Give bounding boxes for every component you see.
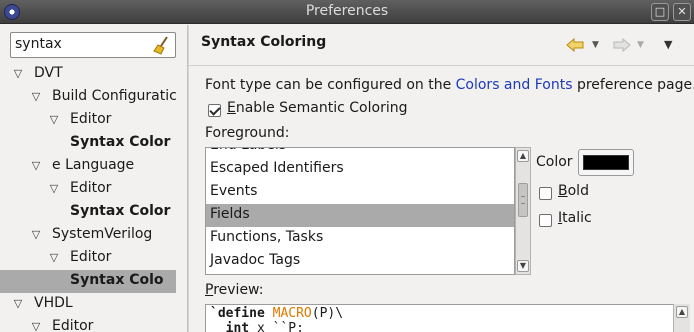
tree-item[interactable]: ▽ DVT bbox=[0, 63, 176, 86]
enable-semantic-coloring-checkbox[interactable] bbox=[208, 104, 221, 117]
list-item[interactable]: Functions, Tasks bbox=[206, 227, 514, 250]
scroll-up-icon[interactable]: ▲ bbox=[517, 150, 529, 162]
desc-text-end: preference page. bbox=[572, 77, 694, 93]
page-title: Syntax Coloring bbox=[201, 34, 327, 50]
tree-item[interactable]: Syntax Color bbox=[0, 132, 176, 155]
forward-history-dropdown-icon[interactable]: ▼ bbox=[637, 37, 647, 53]
colors-and-fonts-link[interactable]: Colors and Fonts bbox=[456, 77, 573, 93]
page-header: Syntax Coloring ▼ ▼ ▼ bbox=[189, 25, 694, 65]
foreground-list[interactable]: End Labels Escaped Identifiers Events Field… bbox=[205, 147, 515, 275]
expand-arrow-icon[interactable]: ▽ bbox=[12, 68, 24, 80]
font-description: Font type can be configured on the Color… bbox=[205, 77, 694, 93]
list-item[interactable]: Events bbox=[206, 181, 514, 204]
list-item-label: Functions, Tasks bbox=[210, 229, 324, 245]
forward-arrow-icon[interactable] bbox=[613, 37, 631, 53]
clear-filter-icon[interactable] bbox=[152, 35, 172, 55]
tree-item[interactable]: Syntax Colo bbox=[0, 270, 176, 293]
expand-arrow-icon[interactable]: ▽ bbox=[30, 91, 42, 103]
back-history-dropdown-icon[interactable]: ▼ bbox=[592, 37, 602, 53]
code-line: int x ``P; bbox=[225, 321, 304, 332]
preview-code-area[interactable]: `define MACRO(P)\ int x ``P; bbox=[205, 304, 690, 332]
scroll-down-icon[interactable]: ▼ bbox=[517, 260, 529, 272]
window-titlebar: Preferences □ ✕ bbox=[0, 0, 694, 24]
filter-value: syntax bbox=[15, 36, 62, 52]
list-item[interactable]: End Labels bbox=[206, 148, 514, 158]
expand-arrow-icon[interactable]: ▽ bbox=[12, 298, 24, 310]
scroll-up-icon[interactable]: ▲ bbox=[676, 306, 688, 318]
expand-arrow-icon[interactable]: ▽ bbox=[48, 252, 60, 264]
list-item-label: Javadoc Tags bbox=[210, 252, 301, 268]
bold-checkbox[interactable] bbox=[539, 187, 552, 200]
foreground-list-scrollbar[interactable]: ▲ ▼ bbox=[515, 147, 531, 275]
tree-item[interactable]: ▽ Editor bbox=[0, 247, 176, 270]
header-separator bbox=[189, 65, 694, 66]
list-item[interactable]: Escaped Identifiers bbox=[206, 158, 514, 181]
window-title: Preferences bbox=[305, 3, 389, 19]
back-arrow-icon[interactable] bbox=[566, 37, 584, 53]
color-picker-button[interactable] bbox=[578, 149, 634, 176]
preference-page: Syntax Coloring ▼ ▼ ▼ Font type can be c… bbox=[189, 25, 694, 332]
list-item-label: Fields bbox=[210, 206, 250, 222]
desc-text: Font type can be configured on the bbox=[205, 77, 456, 93]
tree-item-label: VHDL bbox=[34, 295, 73, 311]
tree-item[interactable]: ▽ Editor bbox=[0, 178, 176, 201]
tree-item[interactable]: ▽ Editor bbox=[0, 316, 176, 332]
color-swatch bbox=[583, 155, 629, 170]
italic-checkbox[interactable] bbox=[539, 214, 552, 227]
close-button[interactable]: ✕ bbox=[673, 3, 691, 21]
foreground-label: Foreground: bbox=[205, 125, 290, 141]
preferences-nav-panel: syntax ▽ DVT ▽ Build Configuratic ▽ Editor Syn… bbox=[0, 25, 188, 332]
tree-item-label: Editor bbox=[70, 249, 112, 265]
tree-item-label: SystemVerilog bbox=[52, 226, 153, 242]
tree-item-label: DVT bbox=[34, 65, 63, 81]
tree-item-label: Editor bbox=[52, 318, 94, 332]
color-label: Color bbox=[536, 154, 573, 170]
tree-item-label: e Language bbox=[52, 157, 135, 173]
italic-label[interactable]: Italic bbox=[558, 210, 592, 226]
tree-item[interactable]: Syntax Color bbox=[0, 201, 176, 224]
list-item-label: Events bbox=[210, 183, 258, 199]
code-line: `define MACRO(P)\ bbox=[210, 306, 344, 321]
scroll-thumb[interactable] bbox=[518, 183, 528, 217]
bold-label[interactable]: Bold bbox=[558, 183, 589, 199]
expand-arrow-icon[interactable]: ▽ bbox=[48, 183, 60, 195]
list-item[interactable]: Javadoc Tags bbox=[206, 250, 514, 273]
list-item-label: End Labels bbox=[210, 148, 286, 153]
tree-item-label: Editor bbox=[70, 111, 112, 127]
tree-item[interactable]: ▽ Editor bbox=[0, 109, 176, 132]
expand-arrow-icon[interactable]: ▽ bbox=[30, 160, 42, 172]
view-menu-icon[interactable]: ▼ bbox=[664, 37, 678, 53]
tree-item-label: Editor bbox=[70, 180, 112, 196]
tree-item[interactable]: ▽ Build Configuratic bbox=[0, 86, 176, 109]
tree-item-label: Build Configuratic bbox=[52, 88, 176, 104]
preview-scrollbar[interactable]: ▲ bbox=[673, 304, 690, 332]
filter-input[interactable]: syntax bbox=[10, 32, 176, 58]
expand-arrow-icon[interactable]: ▽ bbox=[48, 114, 60, 126]
tree-item[interactable]: ▽ SystemVerilog bbox=[0, 224, 176, 247]
preview-label: Preview: bbox=[205, 282, 264, 298]
tree-item-label: Syntax Colo bbox=[70, 272, 164, 288]
restore-button[interactable]: □ bbox=[651, 3, 669, 21]
expand-arrow-icon[interactable]: ▽ bbox=[30, 321, 42, 332]
enable-semantic-coloring-label[interactable]: Enable Semantic Coloring bbox=[227, 100, 407, 116]
tree-item[interactable]: ▽ e Language bbox=[0, 155, 176, 178]
tree-item-label: Syntax Color bbox=[70, 203, 171, 219]
tree-item-label: Syntax Color bbox=[70, 134, 171, 150]
list-item-label: Escaped Identifiers bbox=[210, 160, 344, 176]
expand-arrow-icon[interactable]: ▽ bbox=[30, 229, 42, 241]
tree-item[interactable]: ▽ VHDL bbox=[0, 293, 176, 316]
list-item[interactable]: Fields bbox=[206, 204, 514, 227]
